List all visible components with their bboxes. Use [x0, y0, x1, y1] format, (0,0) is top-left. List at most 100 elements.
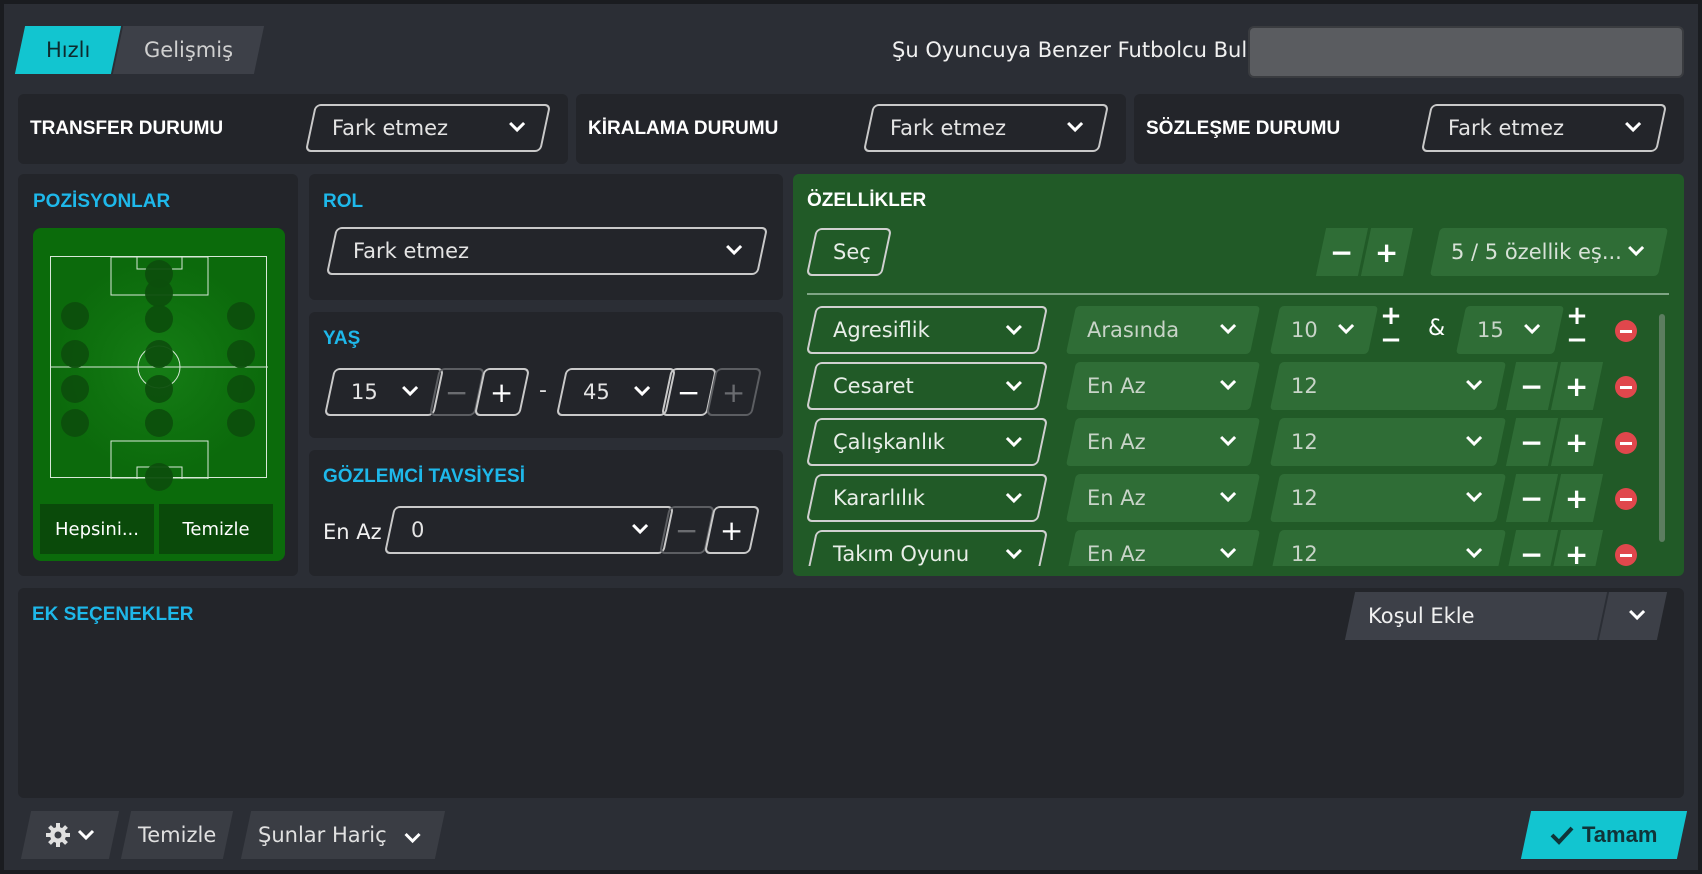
except-dropdown[interactable]: Şunlar Hariç: [240, 811, 446, 859]
attribute-increment-button[interactable]: +: [1550, 530, 1604, 566]
scout-title: GÖZLEMCİ TAVSİYESİ: [323, 466, 525, 487]
role-dropdown[interactable]: Fark etmez: [325, 227, 769, 275]
attribute-decrement-button[interactable]: −: [1505, 530, 1559, 566]
attribute-select-dropdown[interactable]: Çalışkanlık: [805, 418, 1049, 466]
attributes-scrollbar[interactable]: [1659, 314, 1665, 542]
tab-advanced[interactable]: Gelişmiş: [113, 26, 265, 74]
minus-circle-icon[interactable]: [1615, 544, 1637, 566]
attribute-value-dropdown[interactable]: 12: [1269, 418, 1507, 466]
attribute-value: 12: [1291, 430, 1318, 454]
position-mc[interactable]: [145, 340, 173, 368]
age-title: YAŞ: [323, 328, 361, 349]
position-aml[interactable]: [61, 302, 89, 330]
position-gk[interactable]: [145, 463, 173, 491]
position-mr[interactable]: [227, 340, 255, 368]
attributes-select-button[interactable]: Seç: [805, 228, 893, 276]
attribute-value: 12: [1291, 542, 1318, 566]
position-dm[interactable]: [145, 375, 173, 403]
chevron-down-icon: [633, 382, 651, 401]
find-similar-input[interactable]: [1248, 26, 1684, 78]
loan-status-title: KİRALAMA DURUMU: [588, 118, 779, 139]
attribute-operator-dropdown[interactable]: En Az: [1065, 474, 1261, 522]
role-panel: ROL Fark etmez: [309, 174, 783, 300]
position-wbl[interactable]: [61, 375, 89, 403]
minus-circle-icon[interactable]: [1615, 432, 1637, 454]
age-min-dropdown[interactable]: 15: [323, 368, 445, 416]
attribute-operator-dropdown[interactable]: En Az: [1065, 362, 1261, 410]
age-max-dropdown[interactable]: 45: [555, 368, 677, 416]
attribute-select-dropdown[interactable]: Agresiflik: [805, 306, 1049, 354]
attribute-max-stepper[interactable]: + −: [1557, 304, 1597, 354]
attribute-decrement-button[interactable]: −: [1505, 362, 1559, 410]
chevron-down-icon: [1523, 320, 1541, 339]
attribute-operator: En Az: [1087, 542, 1146, 566]
attribute-increment-button[interactable]: +: [1550, 362, 1604, 410]
minus-circle-icon[interactable]: [1615, 320, 1637, 342]
position-ml[interactable]: [61, 340, 89, 368]
chevron-down-icon: [1219, 320, 1237, 339]
attribute-value-min-dropdown[interactable]: 10: [1269, 306, 1379, 354]
clear-positions-button[interactable]: Temizle: [159, 504, 273, 554]
age-max-increment-button[interactable]: +: [705, 368, 763, 416]
scout-increment-button[interactable]: +: [703, 506, 761, 554]
select-all-positions-button[interactable]: Hepsini...: [40, 504, 154, 554]
ok-button[interactable]: Tamam: [1520, 811, 1688, 859]
position-dc[interactable]: [145, 409, 173, 437]
attribute-operator-dropdown[interactable]: En Az: [1065, 418, 1261, 466]
tab-quick[interactable]: Hızlı: [14, 26, 122, 74]
chevron-down-icon: [401, 382, 419, 401]
position-dr[interactable]: [227, 409, 255, 437]
position-amr[interactable]: [227, 302, 255, 330]
add-condition-dropdown[interactable]: Koşul Ekle: [1344, 592, 1668, 640]
minus-circle-icon[interactable]: [1615, 488, 1637, 510]
minus-circle-icon[interactable]: [1615, 376, 1637, 398]
transfer-status-panel: TRANSFER DURUMU Fark etmez: [18, 94, 568, 164]
attributes-match-dropdown[interactable]: 5 / 5 özellik eş...: [1429, 228, 1669, 276]
position-wbr[interactable]: [227, 375, 255, 403]
position-dl[interactable]: [61, 409, 89, 437]
attribute-select-dropdown[interactable]: Takım Oyunu: [805, 530, 1049, 566]
scout-label: En Az: [323, 520, 382, 544]
clear-filters-button[interactable]: Temizle: [120, 811, 234, 859]
tab-advanced-label: Gelişmiş: [144, 38, 234, 62]
attribute-value-max-dropdown[interactable]: 15: [1455, 306, 1565, 354]
transfer-status-title: TRANSFER DURUMU: [30, 118, 224, 139]
attribute-name: Takım Oyunu: [833, 542, 970, 566]
attribute-min-stepper[interactable]: + −: [1371, 304, 1411, 354]
contract-status-panel: SÖZLEŞME DURUMU Fark etmez: [1134, 94, 1684, 164]
attribute-decrement-button[interactable]: −: [1505, 418, 1559, 466]
attributes-divider: [807, 293, 1669, 295]
check-icon: [1550, 826, 1574, 845]
attribute-operator-dropdown[interactable]: En Az: [1065, 530, 1261, 566]
pitch-field[interactable]: [50, 256, 268, 491]
attribute-select-dropdown[interactable]: Cesaret: [805, 362, 1049, 410]
attribute-value-dropdown[interactable]: 12: [1269, 362, 1507, 410]
attribute-name: Kararlılık: [833, 486, 925, 510]
transfer-status-dropdown[interactable]: Fark etmez: [304, 104, 552, 152]
chevron-down-icon: [1627, 242, 1645, 261]
chevron-down-icon: [1066, 118, 1084, 137]
age-min-increment-button[interactable]: +: [473, 368, 531, 416]
attribute-increment-button[interactable]: +: [1550, 474, 1604, 522]
loan-status-dropdown[interactable]: Fark etmez: [862, 104, 1110, 152]
loan-status-panel: KİRALAMA DURUMU Fark etmez: [576, 94, 1126, 164]
attributes-remove-button[interactable]: −: [1315, 228, 1369, 276]
chevron-down-icon: [1465, 376, 1483, 395]
attribute-value-min: 10: [1291, 318, 1318, 342]
position-amc[interactable]: [145, 305, 173, 333]
scout-dropdown[interactable]: 0: [383, 506, 675, 554]
age-panel: YAŞ 15 − + - 45 − +: [309, 312, 783, 438]
attribute-operator: En Az: [1087, 374, 1146, 398]
attribute-select-dropdown[interactable]: Kararlılık: [805, 474, 1049, 522]
attribute-name: Agresiflik: [833, 318, 930, 342]
attribute-increment-button[interactable]: +: [1550, 418, 1604, 466]
settings-menu-button[interactable]: [20, 811, 120, 859]
attribute-operator-dropdown[interactable]: Arasında: [1065, 306, 1261, 354]
attribute-decrement-button[interactable]: −: [1505, 474, 1559, 522]
chevron-down-icon: [1005, 545, 1023, 564]
contract-status-dropdown[interactable]: Fark etmez: [1420, 104, 1668, 152]
attribute-value-dropdown[interactable]: 12: [1269, 530, 1507, 566]
attributes-add-button[interactable]: +: [1360, 228, 1414, 276]
attribute-value-dropdown[interactable]: 12: [1269, 474, 1507, 522]
position-am[interactable]: [145, 279, 173, 307]
